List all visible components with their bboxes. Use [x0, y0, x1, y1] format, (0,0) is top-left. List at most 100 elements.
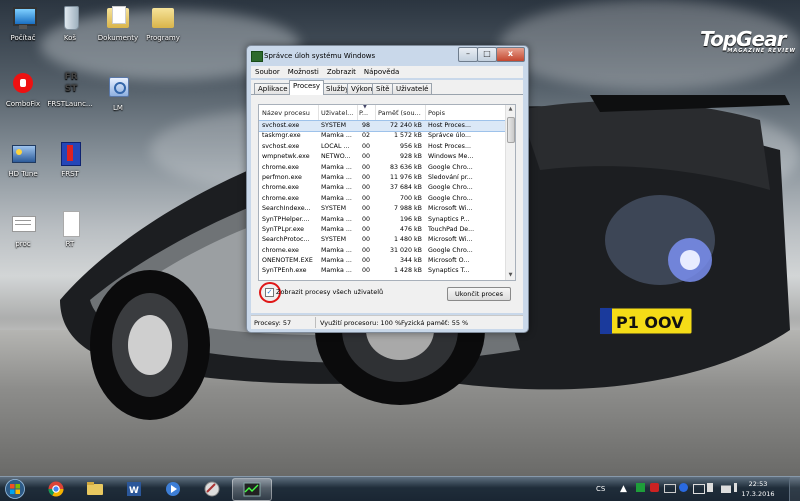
process-row[interactable]: SearchProtoc... SYSTEM 00 1 480 kB Microsoft… — [259, 235, 505, 245]
taskbar-chrome[interactable] — [37, 478, 75, 499]
taskbar-sheriff[interactable] — [193, 478, 231, 499]
window-titlebar[interactable]: Správce úloh systému Windows – □ x — [247, 46, 528, 66]
column-header-cpu[interactable]: P... — [359, 109, 373, 117]
process-memory: 72 240 kB — [389, 122, 422, 129]
frst-text-icon: FR ST — [64, 72, 78, 94]
taskbar-media-player[interactable] — [154, 478, 192, 499]
desktop-icon-label: LM — [113, 104, 123, 112]
column-header-name[interactable]: Název procesu — [262, 109, 317, 117]
minimize-button[interactable]: – — [458, 47, 478, 62]
process-name: svchost.exe — [262, 122, 300, 129]
taskbar-task-manager[interactable] — [232, 478, 272, 501]
process-row[interactable]: SynTPEnh.exe Mamka ... 00 1 428 kB Synaptics… — [259, 266, 505, 276]
tab-procesy[interactable]: Procesy — [289, 80, 325, 95]
show-all-processes-label[interactable]: Zobrazit procesy všech uživatelů — [276, 288, 383, 296]
column-header-user[interactable]: Uživatel... — [321, 109, 355, 117]
process-row[interactable]: ONENOTEM.EXE Mamka ... 00 344 kB Microsoft O… — [259, 256, 505, 266]
process-cpu: 98 — [362, 122, 371, 129]
menu-soubor[interactable]: Soubor — [251, 66, 284, 78]
lm-tool-icon — [103, 74, 133, 102]
process-memory: 1 428 kB — [394, 267, 422, 275]
process-row[interactable]: SearchIndexe... SYSTEM 00 7 988 kB Microsoft… — [259, 204, 505, 214]
battery-icon[interactable] — [707, 483, 717, 492]
process-description: Synaptics T... — [428, 267, 470, 275]
process-cpu: 00 — [362, 173, 371, 181]
text-file-icon — [8, 210, 38, 238]
process-name: SynTPEnh.exe — [262, 267, 307, 275]
taskbar-explorer[interactable] — [76, 478, 114, 499]
windows-logo-icon — [5, 479, 25, 499]
status-cpu: Využití procesoru: 100 % — [320, 319, 402, 327]
process-user: Mamka ... — [321, 163, 352, 171]
antivirus-icon[interactable] — [650, 483, 659, 492]
bluetooth-icon[interactable] — [679, 483, 688, 492]
process-memory: 1 480 kB — [394, 236, 422, 244]
column-header-description[interactable]: Popis — [428, 109, 468, 117]
process-row[interactable]: svchost.exe LOCAL ... 00 956 kB Host Proces.… — [259, 142, 505, 152]
vertical-scrollbar[interactable]: ▲ ▼ — [505, 105, 515, 280]
scroll-up-icon[interactable]: ▲ — [506, 105, 515, 114]
menu-napoveda[interactable]: Nápověda — [360, 66, 403, 78]
network-icon[interactable] — [721, 482, 731, 493]
monitor-icon[interactable] — [664, 484, 676, 493]
process-user: Mamka ... — [321, 184, 352, 192]
process-description: Host Proces... — [428, 122, 471, 129]
process-row[interactable]: chrome.exe Mamka ... 00 31 020 kB Google Chr… — [259, 246, 505, 256]
document-icon — [55, 210, 85, 238]
windows-update-icon[interactable] — [636, 483, 645, 492]
process-row[interactable]: perfmon.exe Mamka ... 00 11 976 kB Sledování… — [259, 173, 505, 183]
desktop-icon-frst[interactable]: FRST — [40, 140, 100, 179]
system-tray: CS ▲ 22:53 17.3.2016 — [590, 477, 800, 501]
close-button[interactable]: x — [496, 47, 525, 62]
process-memory: 196 kB — [400, 215, 422, 223]
process-row[interactable]: taskmgr.exe Mamka ... 02 1 572 kB Správce úl… — [259, 131, 505, 141]
process-description: Synaptics P... — [428, 215, 470, 223]
clock-date: 17.3.2016 — [741, 490, 775, 498]
process-list-header: Název procesu Uživatel... P... Paměť (so… — [259, 105, 505, 121]
process-cpu: 00 — [362, 246, 371, 254]
start-button[interactable] — [2, 479, 28, 499]
process-memory: 476 kB — [400, 225, 422, 233]
process-list[interactable]: Název procesu Uživatel... P... Paměť (so… — [258, 104, 516, 281]
process-cpu: 02 — [362, 132, 371, 140]
column-header-memory[interactable]: Paměť (sou... — [378, 109, 423, 117]
task-manager-window[interactable]: Správce úloh systému Windows – □ x Soubo… — [246, 45, 529, 333]
show-desktop-button[interactable] — [789, 477, 800, 501]
process-row[interactable]: chrome.exe Mamka ... 00 37 684 kB Google Chr… — [259, 183, 505, 193]
maximize-button[interactable]: □ — [477, 47, 497, 62]
process-description: Host Proces... — [428, 142, 471, 150]
sort-arrow-icon: ▼ — [363, 104, 367, 110]
process-user: Mamka ... — [321, 267, 352, 275]
process-user: Mamka ... — [321, 194, 352, 202]
process-memory: 7 988 kB — [394, 205, 422, 213]
process-row[interactable]: svchost.exe SYSTEM 98 72 240 kB Host Proces.… — [259, 119, 506, 133]
desktop-icon-rt[interactable]: RT — [40, 210, 100, 249]
process-row[interactable]: SynTPHelper.... Mamka ... 00 196 kB Synaptic… — [259, 215, 505, 225]
process-description: TouchPad De... — [428, 225, 475, 233]
desktop-icon-label: RT — [65, 240, 75, 248]
flag-icon[interactable] — [693, 484, 705, 494]
desktop-icon-programy[interactable]: Programy — [133, 4, 193, 43]
process-row[interactable]: chrome.exe Mamka ... 00 83 636 kB Google Chr… — [259, 163, 505, 173]
process-user: Mamka ... — [321, 257, 352, 265]
scroll-down-icon[interactable]: ▼ — [506, 271, 515, 280]
tray-expand-icon[interactable]: ▲ — [620, 484, 627, 494]
end-process-button[interactable]: Ukončit proces — [447, 287, 511, 301]
process-cpu: 00 — [362, 236, 371, 244]
language-indicator[interactable]: CS — [596, 485, 605, 493]
process-row[interactable]: chrome.exe Mamka ... 00 700 kB Google Chro..… — [259, 194, 505, 204]
process-memory: 1 572 kB — [394, 132, 422, 140]
process-name: taskmgr.exe — [262, 132, 301, 140]
process-row[interactable]: wmpnetwk.exe NETWO... 00 928 kB Windows Me..… — [259, 152, 505, 162]
process-rows: svchost.exe SYSTEM 98 72 240 kB Host Proces.… — [259, 119, 506, 277]
process-name: SearchIndexe... — [262, 205, 311, 213]
menu-moznosti[interactable]: Možnosti — [284, 66, 323, 78]
clock[interactable]: 22:53 17.3.2016 — [738, 479, 778, 499]
taskbar-word[interactable]: W — [115, 478, 153, 499]
desktop-icon-lm[interactable]: LM — [88, 74, 148, 113]
scrollbar-thumb[interactable] — [507, 117, 515, 143]
process-memory: 37 684 kB — [389, 184, 422, 192]
process-description: Sledování pr... — [428, 173, 473, 181]
menu-zobrazit[interactable]: Zobrazit — [323, 66, 360, 78]
process-row[interactable]: SynTPLpr.exe Mamka ... 00 476 kB TouchPad De… — [259, 225, 505, 235]
